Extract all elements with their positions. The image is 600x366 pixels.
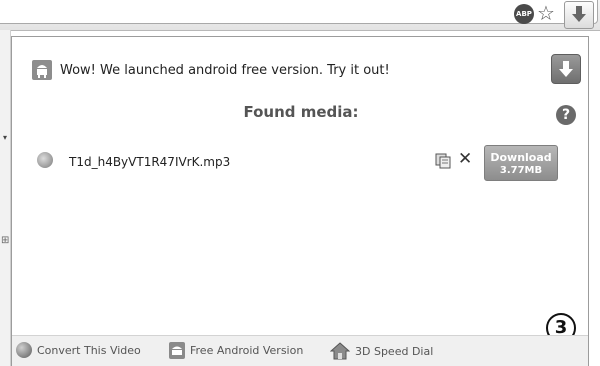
file-size: 3.77MB (499, 165, 543, 176)
popup-footer: Convert This Video Free Android Version … (12, 335, 588, 366)
globe-icon (16, 342, 32, 358)
download-all-button[interactable] (551, 54, 581, 84)
download-arrow-icon (559, 61, 573, 77)
address-bar[interactable] (0, 0, 598, 24)
page-background: ▾ ⊞ (0, 30, 11, 366)
media-filename: T1d_h4ByVT1R47IVrK.mp3 (69, 155, 231, 169)
android-version-link[interactable]: Free Android Version (169, 342, 303, 359)
android-notice[interactable]: Wow! We launched android free version. T… (32, 59, 390, 81)
abp-icon[interactable]: ABP (514, 4, 534, 24)
edge-grid-icon: ⊞ (1, 235, 10, 246)
media-popup: Wow! We launched android free version. T… (11, 36, 589, 366)
found-media-title: Found media: (243, 103, 359, 121)
speed-dial-link[interactable]: 3D Speed Dial (330, 342, 433, 360)
notice-text[interactable]: Wow! We launched android free version. T… (60, 63, 390, 78)
remove-icon[interactable]: ✕ (458, 149, 472, 169)
download-button[interactable]: Download 3.77MB (484, 145, 558, 181)
browser-toolbar: ABP ☆ (0, 0, 600, 31)
house-icon (330, 342, 350, 360)
android-icon (169, 342, 185, 359)
help-icon[interactable]: ? (556, 105, 576, 125)
download-extension-button[interactable] (564, 1, 594, 29)
speed-dial-label: 3D Speed Dial (355, 344, 434, 358)
copy-icon[interactable] (435, 153, 451, 169)
edge-arrow-icon: ▾ (3, 133, 8, 142)
download-label: Download (490, 151, 552, 164)
music-file-icon (37, 152, 53, 168)
download-arrow-icon (572, 6, 586, 22)
convert-video-link[interactable]: Convert This Video (16, 342, 141, 358)
android-version-label: Free Android Version (190, 344, 304, 357)
star-icon[interactable]: ☆ (537, 1, 555, 25)
media-row: T1d_h4ByVT1R47IVrK.mp3 ✕ Download 3.77MB (12, 145, 590, 181)
convert-video-label: Convert This Video (37, 343, 141, 357)
android-icon (32, 60, 52, 80)
